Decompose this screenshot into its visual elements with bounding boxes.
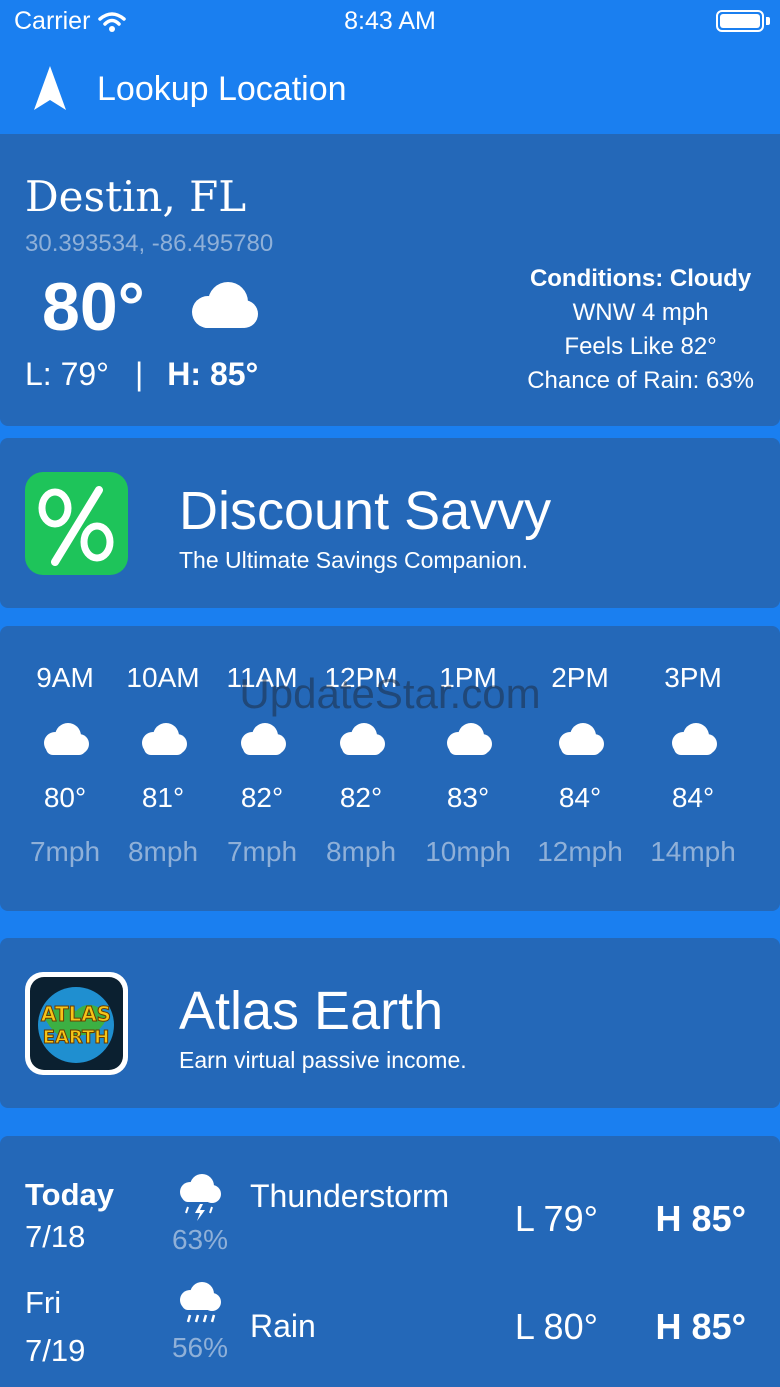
atlas-logo-line-1: ATLAS bbox=[41, 1002, 111, 1026]
cloud-icon bbox=[340, 723, 385, 755]
ad-banner-discount-savvy[interactable]: Discount Savvy The Ultimate Savings Comp… bbox=[0, 438, 780, 608]
feels-like-label: Feels Like 82° bbox=[564, 333, 717, 360]
separator: | bbox=[134, 356, 144, 392]
hour-temp: 81° bbox=[141, 782, 185, 813]
hourly-item: 12PM 82° 8mph bbox=[306, 626, 416, 911]
current-temperature: 80° bbox=[42, 269, 145, 345]
hour-icon bbox=[306, 722, 416, 756]
city-name: Destin, FL bbox=[25, 172, 247, 221]
coordinates: 30.393534, -86.495780 bbox=[25, 230, 274, 257]
hour-icon bbox=[525, 722, 635, 756]
hour-icon bbox=[638, 722, 748, 756]
conditions-label: Conditions: Cloudy bbox=[529, 265, 752, 292]
ad-title: Atlas Earth bbox=[179, 981, 444, 1041]
cloud-icon bbox=[142, 723, 187, 755]
cloud-icon bbox=[559, 723, 604, 755]
rain-chance-label: Chance of Rain: 63% bbox=[527, 367, 754, 394]
lookup-location-button[interactable]: Lookup Location bbox=[97, 70, 347, 109]
cloud-icon bbox=[447, 723, 492, 755]
status-time: 8:43 AM bbox=[344, 7, 436, 35]
rain-icon bbox=[180, 1282, 221, 1323]
day-low: L 79° bbox=[514, 1198, 598, 1239]
cloud-icon bbox=[672, 723, 717, 755]
daily-row-fri[interactable]: Fri 7/19 56% Rain L 80° H 85° bbox=[0, 1282, 780, 1382]
hour-wind: 8mph bbox=[325, 836, 397, 867]
wind-label: WNW 4 mph bbox=[572, 299, 709, 326]
hour-icon bbox=[10, 722, 120, 756]
day-condition: Thunderstorm bbox=[250, 1178, 450, 1214]
low-high: L: 79° | H: 85° bbox=[25, 356, 258, 393]
hour-wind: 7mph bbox=[226, 836, 298, 867]
cloud-icon bbox=[44, 723, 89, 755]
hour-wind: 7mph bbox=[29, 836, 101, 867]
current-weather-card: Destin, FL 30.393534, -86.495780 80° L: … bbox=[0, 134, 780, 426]
battery-icon bbox=[716, 10, 764, 32]
conditions-panel: Conditions: Cloudy WNW 4 mph Feels Like … bbox=[527, 262, 754, 398]
hour-temp: 83° bbox=[446, 782, 490, 813]
ad-title: Discount Savvy bbox=[179, 481, 552, 541]
high-temp: H: 85° bbox=[167, 356, 259, 392]
hour-temp: 84° bbox=[558, 782, 602, 813]
hour-temp: 82° bbox=[339, 782, 383, 813]
hour-icon bbox=[108, 722, 218, 756]
low-temp: L: 79° bbox=[25, 356, 109, 392]
hour-wind: 8mph bbox=[127, 836, 199, 867]
ad-subtitle: The Ultimate Savings Companion. bbox=[179, 547, 528, 573]
hour-time: 12PM bbox=[324, 662, 398, 693]
daily-forecast-card: Today 7/18 63% Thunderstorm L 79° H 85° … bbox=[0, 1136, 780, 1387]
hour-temp: 84° bbox=[671, 782, 715, 813]
hour-time: 1PM bbox=[439, 662, 497, 693]
day-date: 7/19 bbox=[25, 1333, 86, 1368]
day-condition: Rain bbox=[250, 1308, 316, 1344]
hourly-forecast-card: 9AM 80° 7mph 10AM 81° 8mph 11AM 82° 7mph 12PM 82° 8… bbox=[0, 626, 780, 911]
hourly-row: 9AM 80° 7mph 10AM 81° 8mph 11AM 82° 7mph 12PM 82° 8… bbox=[0, 626, 780, 911]
hourly-item: 3PM 84° 14mph bbox=[638, 626, 748, 911]
hourly-item: 2PM 84° 12mph bbox=[525, 626, 635, 911]
hour-wind: 10mph bbox=[425, 836, 511, 867]
precip-chance: 63% bbox=[171, 1224, 229, 1255]
day-high: H 85° bbox=[655, 1198, 746, 1239]
hourly-item: 1PM 83° 10mph bbox=[413, 626, 523, 911]
hourly-item: 11AM 82° 7mph bbox=[207, 626, 317, 911]
day-high: H 85° bbox=[655, 1306, 746, 1347]
hourly-item: 10AM 81° 8mph bbox=[108, 626, 218, 911]
day-label: Fri 7/19 bbox=[25, 1282, 85, 1372]
cloud-icon bbox=[241, 723, 286, 755]
thunderstorm-icon bbox=[180, 1174, 221, 1221]
hour-wind: 14mph bbox=[650, 836, 736, 867]
atlas-logo-line-2: EARTH bbox=[43, 1027, 110, 1048]
cloud-icon bbox=[192, 282, 258, 328]
ad-banner-atlas-earth[interactable]: ATLAS EARTH Atlas Earth Earn virtual pas… bbox=[0, 938, 780, 1108]
hour-icon bbox=[413, 722, 523, 756]
day-date: 7/18 bbox=[25, 1219, 86, 1254]
day-name: Fri bbox=[25, 1285, 62, 1320]
hour-time: 10AM bbox=[126, 662, 200, 693]
hour-icon bbox=[207, 722, 317, 756]
hour-temp: 82° bbox=[240, 782, 284, 813]
location-arrow-icon[interactable] bbox=[32, 64, 68, 112]
day-low: L 80° bbox=[514, 1306, 598, 1347]
status-bar: Carrier 8:43 AM bbox=[0, 0, 780, 44]
hour-time: 2PM bbox=[551, 662, 609, 693]
precip-chance: 56% bbox=[171, 1332, 229, 1363]
hour-temp: 80° bbox=[43, 782, 87, 813]
day-name: Today bbox=[25, 1177, 114, 1212]
percent-icon bbox=[25, 472, 128, 575]
hour-time: 3PM bbox=[664, 662, 722, 693]
ad-subtitle: Earn virtual passive income. bbox=[179, 1047, 467, 1073]
daily-row-today[interactable]: Today 7/18 63% Thunderstorm L 79° H 85° bbox=[0, 1174, 780, 1274]
atlas-earth-logo-icon: ATLAS EARTH bbox=[25, 972, 128, 1075]
day-label: Today 7/18 bbox=[25, 1174, 114, 1258]
hour-time: 9AM bbox=[36, 662, 94, 693]
nav-bar: Lookup Location bbox=[0, 44, 780, 134]
hourly-item: 9AM 80° 7mph bbox=[10, 626, 120, 911]
hour-time: 11AM bbox=[226, 662, 298, 693]
hour-wind: 12mph bbox=[537, 836, 623, 867]
battery-tip bbox=[766, 17, 770, 25]
